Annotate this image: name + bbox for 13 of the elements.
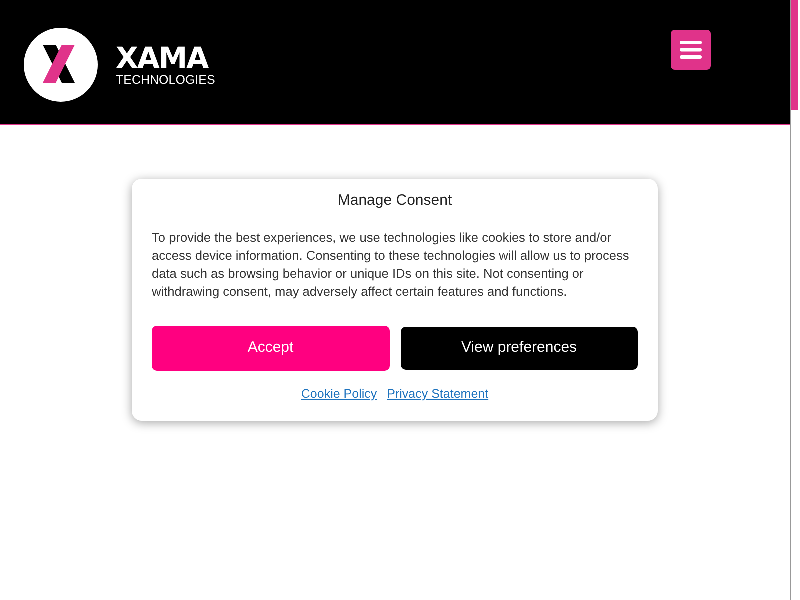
policy-link[interactable]: Cookie Policy [301, 386, 378, 402]
menu-button[interactable] [671, 30, 711, 70]
accept-button[interactable]: Accept [152, 326, 390, 371]
scrollbar[interactable] [790, 0, 800, 600]
logo-icon [24, 28, 98, 102]
menu-icon [680, 41, 702, 59]
scrollbar-thumb[interactable] [791, 0, 798, 110]
logo-wordmark: XAMA [116, 44, 210, 72]
dialog-title: Manage Consent [336, 191, 454, 211]
logo-tagline: TECHNOLOGIES [116, 72, 216, 86]
policy-link[interactable]: Privacy Statement [387, 386, 489, 402]
view-preferences-button[interactable]: View preferences [400, 327, 638, 370]
consent-message: To provide the best experiences, we use technologies like cookies to store and/or access device information. Consenting to these technologies will allow us to process data such as browsing behavior or unique IDs on this site. Not consenting or withdrawing consent, may adversely affect certain features and functions. [152, 229, 630, 301]
